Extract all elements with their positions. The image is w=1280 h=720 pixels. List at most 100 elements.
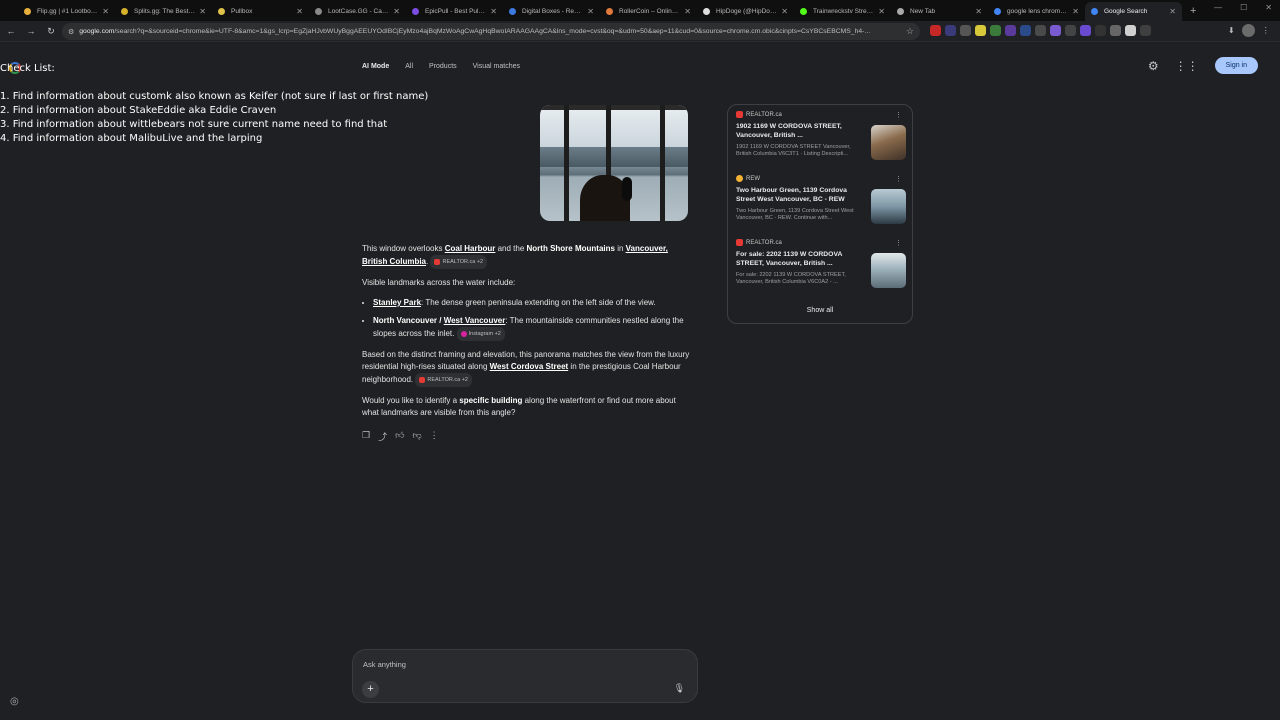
tab-title: Splits.gg: The Best Ru <box>134 8 196 15</box>
minimize-icon[interactable]: — <box>1214 3 1222 12</box>
browser-tab[interactable]: Digital Boxes - Real Cr ✕ <box>503 2 600 21</box>
settings-gear-icon[interactable]: ⚙ <box>1148 59 1159 73</box>
answer-paragraph: Based on the distinct framing and elevat… <box>362 349 692 387</box>
site-info-icon[interactable]: ⚙ <box>68 28 74 36</box>
browser-tab-strip: Flip.gg | #1 Lootbox P ✕ Splits.gg: The Be… <box>0 0 1280 21</box>
close-tab-icon[interactable]: ✕ <box>878 7 885 16</box>
download-icon[interactable]: ⬇ <box>1228 26 1235 35</box>
source-thumbnail[interactable] <box>871 125 906 160</box>
link-coal-harbour[interactable]: Coal Harbour <box>445 244 496 253</box>
source-chip[interactable]: REALTOR.ca +2 <box>430 255 488 269</box>
source-chip[interactable]: Instagram +2 <box>456 327 505 341</box>
close-tab-icon[interactable]: ✕ <box>199 7 206 16</box>
close-tab-icon[interactable]: ✕ <box>1072 7 1079 16</box>
source-title[interactable]: For sale: 2202 1139 W CORDOVA STREET, Va… <box>736 251 864 268</box>
new-tab-button[interactable]: + <box>1190 2 1196 21</box>
extension-icon[interactable] <box>1020 25 1031 36</box>
more-options-icon[interactable]: ⋮ <box>895 239 902 247</box>
browser-tab[interactable]: RollerCoin – Online Bi ✕ <box>600 2 697 21</box>
maximize-icon[interactable]: ☐ <box>1240 3 1247 12</box>
ask-placeholder[interactable]: Ask anything <box>363 660 406 669</box>
extension-icon[interactable] <box>960 25 971 36</box>
extension-icon[interactable] <box>1080 25 1091 36</box>
menu-dots-icon[interactable]: ⋮ <box>1262 26 1270 35</box>
link-west-vancouver[interactable]: West Vancouver <box>444 316 506 325</box>
browser-tab[interactable]: Flip.gg | #1 Lootbox P ✕ <box>18 2 115 21</box>
extension-icon[interactable] <box>990 25 1001 36</box>
url-host: google.com <box>79 28 115 35</box>
tab-all[interactable]: All <box>405 63 413 70</box>
extension-icon[interactable] <box>1005 25 1016 36</box>
forward-icon[interactable]: → <box>22 26 40 36</box>
accessibility-icon[interactable]: ◎ <box>10 696 19 707</box>
browser-toolbar: ← → ↻ ⚙ google.com/search?q=&sourceid=ch… <box>0 21 1280 42</box>
browser-tab[interactable]: LootCase.GG - Cards ✕ <box>309 2 406 21</box>
source-card[interactable]: REALTOR.ca ⋮ 1902 1169 W CORDOVA STREET,… <box>736 111 906 175</box>
thumbs-down-icon[interactable]: 👎︎ <box>413 430 422 443</box>
extension-icon[interactable] <box>930 25 941 36</box>
close-tab-icon[interactable]: ✕ <box>102 7 109 16</box>
source-title[interactable]: Two Harbour Green, 1139 Cordova Street W… <box>736 187 864 204</box>
close-tab-icon[interactable]: ✕ <box>587 7 594 16</box>
source-title[interactable]: 1902 1169 W CORDOVA STREET, Vancouver, B… <box>736 123 864 140</box>
ask-input-box[interactable]: Ask anything + 🎙︎ <box>352 649 698 703</box>
answer-text: and the <box>495 244 527 253</box>
source-thumbnail[interactable] <box>871 189 906 224</box>
back-icon[interactable]: ← <box>2 26 20 36</box>
extension-icon[interactable] <box>945 25 956 36</box>
close-tab-icon[interactable]: ✕ <box>975 7 982 16</box>
microphone-icon[interactable]: 🎙︎ <box>674 683 685 694</box>
address-bar[interactable]: ⚙ google.com/search?q=&sourceid=chrome&i… <box>62 23 920 40</box>
source-site: REW <box>746 175 760 182</box>
extension-icon[interactable] <box>1050 25 1061 36</box>
reload-icon[interactable]: ↻ <box>42 26 60 37</box>
extension-icon[interactable] <box>975 25 986 36</box>
extension-icon[interactable] <box>1095 25 1106 36</box>
bookmark-star-icon[interactable]: ☆ <box>906 26 914 37</box>
browser-tab[interactable]: Pullbox ✕ <box>212 2 309 21</box>
answer-bold: : The dense green peninsula extending on… <box>421 298 656 307</box>
browser-tab[interactable]: HipDoge (@HipDoge) ✕ <box>697 2 794 21</box>
link-west-cordova-street[interactable]: West Cordova Street <box>490 362 569 371</box>
close-tab-icon[interactable]: ✕ <box>1169 7 1176 16</box>
source-chip[interactable]: REALTOR.ca +2 <box>415 373 472 387</box>
source-card[interactable]: REALTOR.ca ⋮ For sale: 2202 1139 W CORDO… <box>736 239 906 303</box>
close-tab-icon[interactable]: ✕ <box>296 7 303 16</box>
extensions-puzzle-icon[interactable] <box>1140 25 1151 36</box>
browser-tab[interactable]: Splits.gg: The Best Ru ✕ <box>115 2 212 21</box>
profile-avatar[interactable] <box>1241 24 1255 37</box>
browser-tab[interactable]: Trainwreckstv Stream ✕ <box>794 2 891 21</box>
browser-tab[interactable]: EpicPull - Best Pulls & ✕ <box>406 2 503 21</box>
extension-icon[interactable] <box>1035 25 1046 36</box>
browser-tab[interactable]: New Tab ✕ <box>891 2 988 21</box>
more-options-icon[interactable]: ⋮ <box>430 430 439 443</box>
browser-tab[interactable]: google lens chrome s ✕ <box>988 2 1085 21</box>
query-image[interactable] <box>540 105 688 221</box>
extension-icon[interactable] <box>1065 25 1076 36</box>
share-icon[interactable]: ⤴ <box>378 430 387 443</box>
extension-icon[interactable] <box>1110 25 1121 36</box>
extension-icon[interactable] <box>1125 25 1136 36</box>
browser-tab[interactable]: Google Search ✕ <box>1085 2 1182 21</box>
tab-products[interactable]: Products <box>429 63 457 70</box>
tab-ai-mode[interactable]: AI Mode <box>362 63 389 70</box>
more-options-icon[interactable]: ⋮ <box>895 175 902 183</box>
show-all-button[interactable]: Show all <box>736 307 904 314</box>
source-thumbnail[interactable] <box>871 253 906 288</box>
link-stanley-park[interactable]: Stanley Park <box>373 298 421 307</box>
thumbs-up-icon[interactable]: 👍︎ <box>395 430 404 443</box>
tab-favicon-icon <box>412 8 419 15</box>
copy-icon[interactable]: ❐ <box>362 430 370 443</box>
source-header: REALTOR.ca <box>736 239 904 246</box>
sign-in-button[interactable]: Sign in <box>1214 57 1258 74</box>
close-tab-icon[interactable]: ✕ <box>490 7 497 16</box>
source-card[interactable]: REW ⋮ Two Harbour Green, 1139 Cordova St… <box>736 175 906 239</box>
close-tab-icon[interactable]: ✕ <box>684 7 691 16</box>
add-attachment-button[interactable]: + <box>362 681 379 698</box>
close-tab-icon[interactable]: ✕ <box>393 7 400 16</box>
more-options-icon[interactable]: ⋮ <box>895 111 902 119</box>
apps-grid-icon[interactable]: ⋮⋮ <box>1175 59 1199 73</box>
close-window-icon[interactable]: ✕ <box>1265 3 1272 12</box>
tab-visual-matches[interactable]: Visual matches <box>473 63 520 70</box>
close-tab-icon[interactable]: ✕ <box>781 7 788 16</box>
